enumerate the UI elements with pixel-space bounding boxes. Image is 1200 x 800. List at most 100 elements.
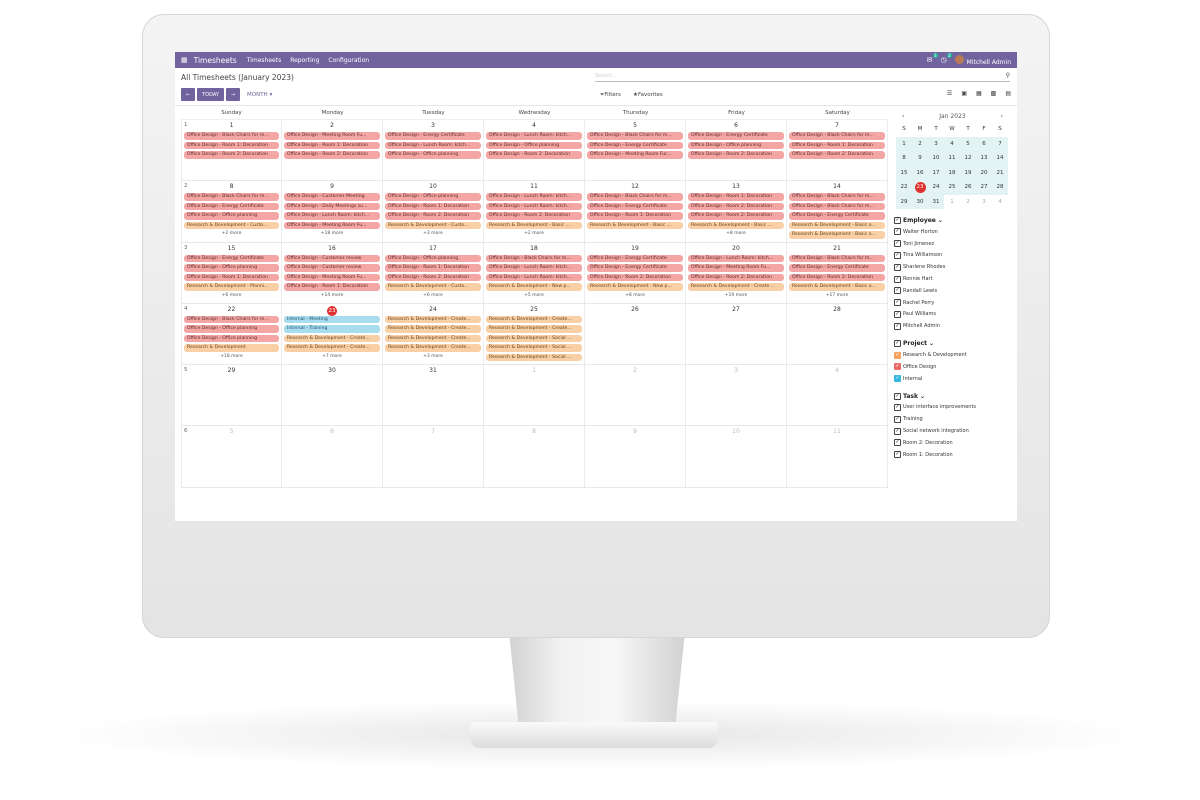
previous-button[interactable]: ← bbox=[181, 88, 195, 101]
timesheet-event[interactable]: Office Design - Black Chairs for m... bbox=[789, 202, 885, 211]
day-cell[interactable]: 2 Office Design - Meeting Room Fu... Offic… bbox=[282, 120, 383, 181]
timesheet-event[interactable]: Office Design - Office planning bbox=[486, 141, 582, 149]
day-cell[interactable]: 2 bbox=[585, 365, 686, 426]
timesheet-event[interactable]: Office Design - Office planning bbox=[184, 212, 279, 220]
filter-checkbox[interactable]: ✓ bbox=[894, 351, 901, 359]
more-link[interactable]: +2 more bbox=[182, 231, 281, 237]
filter-checkbox[interactable]: ✓ bbox=[894, 403, 901, 411]
timesheet-event[interactable]: Research & Development - Planni... bbox=[184, 283, 279, 291]
mini-day[interactable]: 1 bbox=[896, 136, 912, 151]
day-cell[interactable]: 1 bbox=[484, 365, 585, 426]
mini-day[interactable]: 19 bbox=[960, 165, 976, 180]
day-cell[interactable]: 5 29 bbox=[181, 365, 282, 426]
timesheet-event[interactable]: Office Design - Office planning bbox=[184, 264, 279, 272]
timesheet-event[interactable]: Office Design - Lunch Room: kitch... bbox=[486, 273, 582, 282]
timesheet-event[interactable]: Internal - Meeting bbox=[284, 315, 380, 324]
mini-day[interactable]: 18 bbox=[944, 165, 960, 180]
mini-day[interactable]: 12 bbox=[960, 151, 976, 166]
filter-item[interactable]: ✓ Office Design bbox=[894, 361, 1011, 373]
filter-checkbox[interactable]: ✓ bbox=[894, 375, 901, 383]
timesheet-event[interactable]: Office Design - Lunch Room: kitch... bbox=[688, 254, 784, 263]
day-cell[interactable]: 21 Office Design - Black Chairs for m... O… bbox=[787, 242, 888, 303]
timesheet-event[interactable]: Office Design - Customer review bbox=[284, 254, 380, 263]
filter-section-project[interactable]: ✓ Project ⌄ bbox=[894, 340, 1011, 348]
mini-day[interactable]: 31 bbox=[928, 194, 944, 209]
timesheet-event[interactable]: Research & Development - Basic ... bbox=[486, 221, 582, 230]
activity-icon[interactable]: ◷ 2 bbox=[941, 53, 952, 64]
mini-day[interactable]: 7 bbox=[992, 136, 1008, 151]
mini-prev-icon[interactable]: ‹ bbox=[902, 113, 904, 120]
day-cell[interactable]: 8 bbox=[484, 426, 585, 487]
day-cell[interactable]: 13 Office Design - Room 1: Decoration Offi… bbox=[686, 181, 787, 242]
timesheet-event[interactable]: Research & Development - Custo... bbox=[385, 221, 481, 230]
filter-checkbox[interactable]: ✓ bbox=[894, 251, 901, 259]
timesheet-event[interactable]: Office Design - Lunch Room: kitch... bbox=[486, 193, 582, 201]
day-cell[interactable]: 26 bbox=[585, 303, 686, 365]
mini-day[interactable]: 15 bbox=[896, 165, 912, 180]
timesheet-event[interactable]: Office Design - Meeting Room Fu... bbox=[284, 273, 380, 282]
search-icon[interactable]: ⚲ bbox=[1006, 72, 1010, 79]
mini-day[interactable]: 22 bbox=[896, 180, 912, 195]
mini-day[interactable]: 9 bbox=[912, 151, 928, 166]
timesheet-event[interactable]: Office Design - Energy Certificate bbox=[184, 254, 279, 263]
timesheet-event[interactable]: Office Design - Room 2: Decoration bbox=[486, 212, 582, 220]
timesheet-event[interactable]: Office Design - Room 2: Decoration bbox=[688, 273, 784, 282]
filter-item[interactable]: ✓ User interface improvements bbox=[894, 402, 1011, 414]
filter-item[interactable]: ✓ Randall Lewis bbox=[894, 285, 1011, 297]
mini-day[interactable]: 20 bbox=[976, 165, 992, 180]
timesheet-event[interactable]: Office Design - Black Chairs for m... bbox=[184, 193, 279, 201]
timesheet-event[interactable]: Office Design - Energy Certificate bbox=[385, 132, 481, 140]
calendar-view-icon[interactable]: ▤ bbox=[1005, 90, 1011, 97]
timesheet-event[interactable]: Office Design - Black Chairs for m... bbox=[587, 193, 683, 201]
more-link[interactable]: +7 more bbox=[282, 354, 382, 360]
day-cell[interactable]: 27 bbox=[686, 303, 787, 365]
filter-checkbox[interactable]: ✓ bbox=[894, 310, 901, 318]
day-cell[interactable]: 2 8 Office Design - Black Chairs for m... O… bbox=[181, 181, 282, 242]
day-cell[interactable]: 20 Office Design - Lunch Room: kitch... Of… bbox=[686, 242, 787, 303]
timesheet-event[interactable]: Research & Development - Social ... bbox=[486, 353, 582, 362]
filter-item[interactable]: ✓ Research & Development bbox=[894, 349, 1011, 361]
day-cell[interactable]: 1 1 Office Design - Black Chairs for m... O… bbox=[181, 120, 282, 181]
day-cell[interactable]: 11 bbox=[787, 426, 888, 487]
timesheet-event[interactable]: Office Design - Room 2: Decoration bbox=[688, 212, 784, 220]
timesheet-event[interactable]: Office Design - Office planning bbox=[385, 193, 481, 201]
timesheet-event[interactable]: Research & Development - Basic o... bbox=[789, 231, 885, 239]
mini-day[interactable]: 2 bbox=[960, 195, 976, 210]
timesheet-event[interactable]: Office Design - Office planning bbox=[385, 151, 481, 159]
timesheet-event[interactable]: Office Design - Room 1: Decoration bbox=[184, 141, 279, 149]
mini-day[interactable]: 25 bbox=[944, 180, 960, 195]
filter-item[interactable]: ✓ Training bbox=[894, 413, 1011, 425]
timesheet-event[interactable]: Research & Development - New p... bbox=[486, 283, 582, 291]
timesheet-event[interactable]: Research & Development - Custo... bbox=[385, 283, 481, 291]
timesheet-event[interactable]: Office Design - Meeting Room Fur... bbox=[587, 151, 683, 159]
day-cell[interactable]: 16 Office Design - Customer review Office … bbox=[282, 242, 383, 303]
timesheet-event[interactable]: Research & Development - Create... bbox=[284, 334, 380, 343]
timesheet-event[interactable]: Research & Development - Social ... bbox=[486, 344, 582, 352]
timesheet-event[interactable]: Office Design - Room 1: Decoration bbox=[587, 212, 683, 220]
menu-reporting[interactable]: Reporting bbox=[290, 57, 319, 64]
apps-menu-icon[interactable]: ▦ bbox=[181, 56, 188, 64]
day-cell[interactable]: 18 Office Design - Black Chairs for m... O… bbox=[484, 242, 585, 303]
timesheet-event[interactable]: Office Design - Room 2: Decoration bbox=[688, 202, 784, 211]
timesheet-event[interactable]: Office Design - Black Chairs for m... bbox=[184, 315, 279, 324]
timesheet-event[interactable]: Office Design - Energy Certificate bbox=[688, 132, 784, 140]
day-cell[interactable]: 4 bbox=[787, 365, 888, 426]
day-cell[interactable]: 28 bbox=[787, 303, 888, 365]
day-cell[interactable]: 9 bbox=[585, 426, 686, 487]
filter-checkbox[interactable]: ✓ bbox=[894, 322, 901, 330]
timesheet-event[interactable]: Research & Development - Basic o... bbox=[789, 221, 885, 230]
filter-checkbox[interactable]: ✓ bbox=[894, 240, 901, 248]
timesheet-event[interactable]: Research & Development - Create... bbox=[486, 325, 582, 333]
timesheet-event[interactable]: Office Design - Room 1: Decoration bbox=[385, 202, 481, 211]
mini-day[interactable]: 3 bbox=[976, 195, 992, 210]
filter-item[interactable]: ✓ Rachel Perry bbox=[894, 297, 1011, 309]
filters-button[interactable]: ⏷Filters bbox=[600, 92, 621, 99]
more-link[interactable]: +19 more bbox=[686, 293, 786, 299]
mini-day[interactable]: 30 bbox=[912, 194, 928, 209]
filter-item[interactable]: ✓ Toni Jimenez bbox=[894, 238, 1011, 250]
timesheet-event[interactable]: Office Design - Energy Certificate bbox=[789, 264, 885, 272]
timesheet-event[interactable]: Research & Development - Create... bbox=[385, 315, 481, 324]
timesheet-event[interactable]: Research & Development - Basic ... bbox=[587, 221, 683, 230]
mini-day[interactable]: 10 bbox=[928, 151, 944, 166]
mini-day[interactable]: 17 bbox=[928, 165, 944, 180]
